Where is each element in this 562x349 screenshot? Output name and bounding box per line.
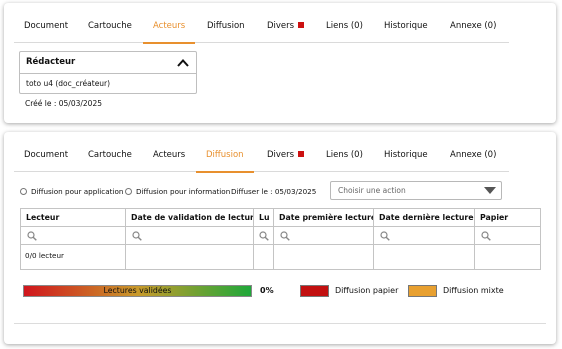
- filter-lecteur[interactable]: [21, 227, 126, 245]
- tab-diffusion[interactable]: Diffusion: [196, 132, 253, 173]
- tab-diffusion[interactable]: Diffusion: [207, 3, 245, 43]
- tab-bar: Document Cartouche Acteurs Diffusion Div…: [14, 3, 509, 44]
- table-cell: [254, 245, 274, 270]
- tab-label: Cartouche: [88, 150, 132, 160]
- radio-button[interactable]: [20, 188, 27, 195]
- search-icon: [27, 231, 37, 241]
- col-header-papier[interactable]: Papier: [475, 209, 541, 227]
- notification-dot: [298, 22, 305, 28]
- progress-value: 0%: [260, 286, 274, 295]
- lectures-progress-bar: Lectures validées: [23, 285, 252, 297]
- redacteur-name: toto u4 (doc_créateur): [26, 79, 111, 88]
- search-icon: [280, 231, 290, 241]
- tab-label: Document: [24, 150, 69, 160]
- redacteur-header[interactable]: Rédacteur: [20, 52, 196, 74]
- tab-historique[interactable]: Historique: [384, 3, 428, 43]
- readers-table: Lecteur Date de validation de lecture Lu…: [20, 208, 541, 270]
- tab-label: Document: [24, 21, 69, 31]
- redacteur-card: Rédacteur toto u4 (doc_créateur): [19, 51, 197, 94]
- tab-label: Liens (0): [326, 21, 363, 31]
- tab-annexe[interactable]: Annexe (0): [450, 3, 496, 43]
- tab-cartouche[interactable]: Cartouche: [88, 3, 132, 43]
- caret-down-icon[interactable]: [484, 187, 496, 194]
- paper-label: Diffusion papier: [335, 286, 399, 295]
- tab-label: Liens (0): [326, 150, 363, 160]
- tab-label: Diffusion: [206, 150, 244, 160]
- col-header-first-read[interactable]: Date première lecture: [274, 209, 374, 227]
- tab-label: Annexe (0): [450, 21, 497, 31]
- tab-acteurs[interactable]: Acteurs: [153, 132, 185, 172]
- action-select[interactable]: Choisir une action: [330, 181, 502, 200]
- col-header-lu[interactable]: Lu: [254, 209, 274, 227]
- notification-dot: [298, 151, 305, 157]
- radio-button[interactable]: [125, 188, 132, 195]
- tab-cartouche[interactable]: Cartouche: [88, 132, 132, 172]
- filter-validation[interactable]: [126, 227, 254, 245]
- tab-document[interactable]: Document: [24, 3, 68, 43]
- reader-count: 0/0 lecteur: [25, 251, 64, 260]
- chevron-up-icon[interactable]: [176, 56, 190, 70]
- mixed-label: Diffusion mixte: [443, 286, 504, 295]
- tab-label: Cartouche: [88, 21, 132, 31]
- redacteur-title: Rédacteur: [26, 57, 76, 67]
- tab-divers[interactable]: Divers: [267, 3, 305, 43]
- filter-lu[interactable]: [254, 227, 274, 245]
- search-icon: [259, 231, 269, 241]
- tab-label: Divers: [267, 150, 295, 160]
- progress-label: Lectures validées: [103, 286, 172, 295]
- tab-divers[interactable]: Divers: [267, 132, 305, 172]
- paper-swatch: [300, 285, 329, 297]
- tab-label: Diffusion: [207, 21, 245, 31]
- divider: [14, 323, 546, 324]
- option-application[interactable]: Diffusion pour application: [20, 187, 123, 196]
- tab-liens[interactable]: Liens (0): [326, 3, 363, 43]
- action-placeholder: Choisir une action: [338, 186, 406, 195]
- search-icon: [132, 231, 142, 241]
- diffusion-panel: Document Cartouche Acteurs Diffusion Div…: [4, 132, 556, 344]
- col-header-last-read[interactable]: Date dernière lecture: [374, 209, 475, 227]
- filter-first-read[interactable]: [274, 227, 374, 245]
- mixed-swatch: [408, 285, 437, 297]
- table-cell: [374, 245, 475, 270]
- diffuser-le-date: Diffuser le : 05/03/2025: [231, 187, 317, 196]
- acteurs-panel: Document Cartouche Acteurs Diffusion Div…: [4, 3, 556, 123]
- option-label: Diffusion pour application: [31, 187, 124, 196]
- tab-label: Historique: [384, 21, 428, 31]
- tab-historique[interactable]: Historique: [384, 132, 428, 172]
- option-information[interactable]: Diffusion pour information: [125, 187, 230, 196]
- tab-label: Annexe (0): [450, 150, 497, 160]
- table-cell: [126, 245, 254, 270]
- tab-liens[interactable]: Liens (0): [326, 132, 363, 172]
- tab-acteurs[interactable]: Acteurs: [142, 3, 196, 44]
- filter-papier[interactable]: [475, 227, 541, 245]
- tab-document[interactable]: Document: [24, 132, 68, 172]
- created-date: Créé le : 05/03/2025: [25, 99, 102, 108]
- search-icon: [481, 231, 491, 241]
- table-cell: [274, 245, 374, 270]
- tab-label: Acteurs: [153, 21, 186, 31]
- tab-bar: Document Cartouche Acteurs Diffusion Div…: [14, 132, 509, 173]
- tab-label: Historique: [384, 150, 428, 160]
- tab-label: Acteurs: [153, 150, 186, 160]
- tab-annexe[interactable]: Annexe (0): [450, 132, 496, 172]
- search-icon: [380, 231, 390, 241]
- filter-last-read[interactable]: [374, 227, 475, 245]
- col-header-validation[interactable]: Date de validation de lecture: [126, 209, 254, 227]
- tab-label: Divers: [267, 21, 295, 31]
- col-header-lecteur[interactable]: Lecteur: [21, 209, 126, 227]
- option-label: Diffusion pour information: [136, 187, 231, 196]
